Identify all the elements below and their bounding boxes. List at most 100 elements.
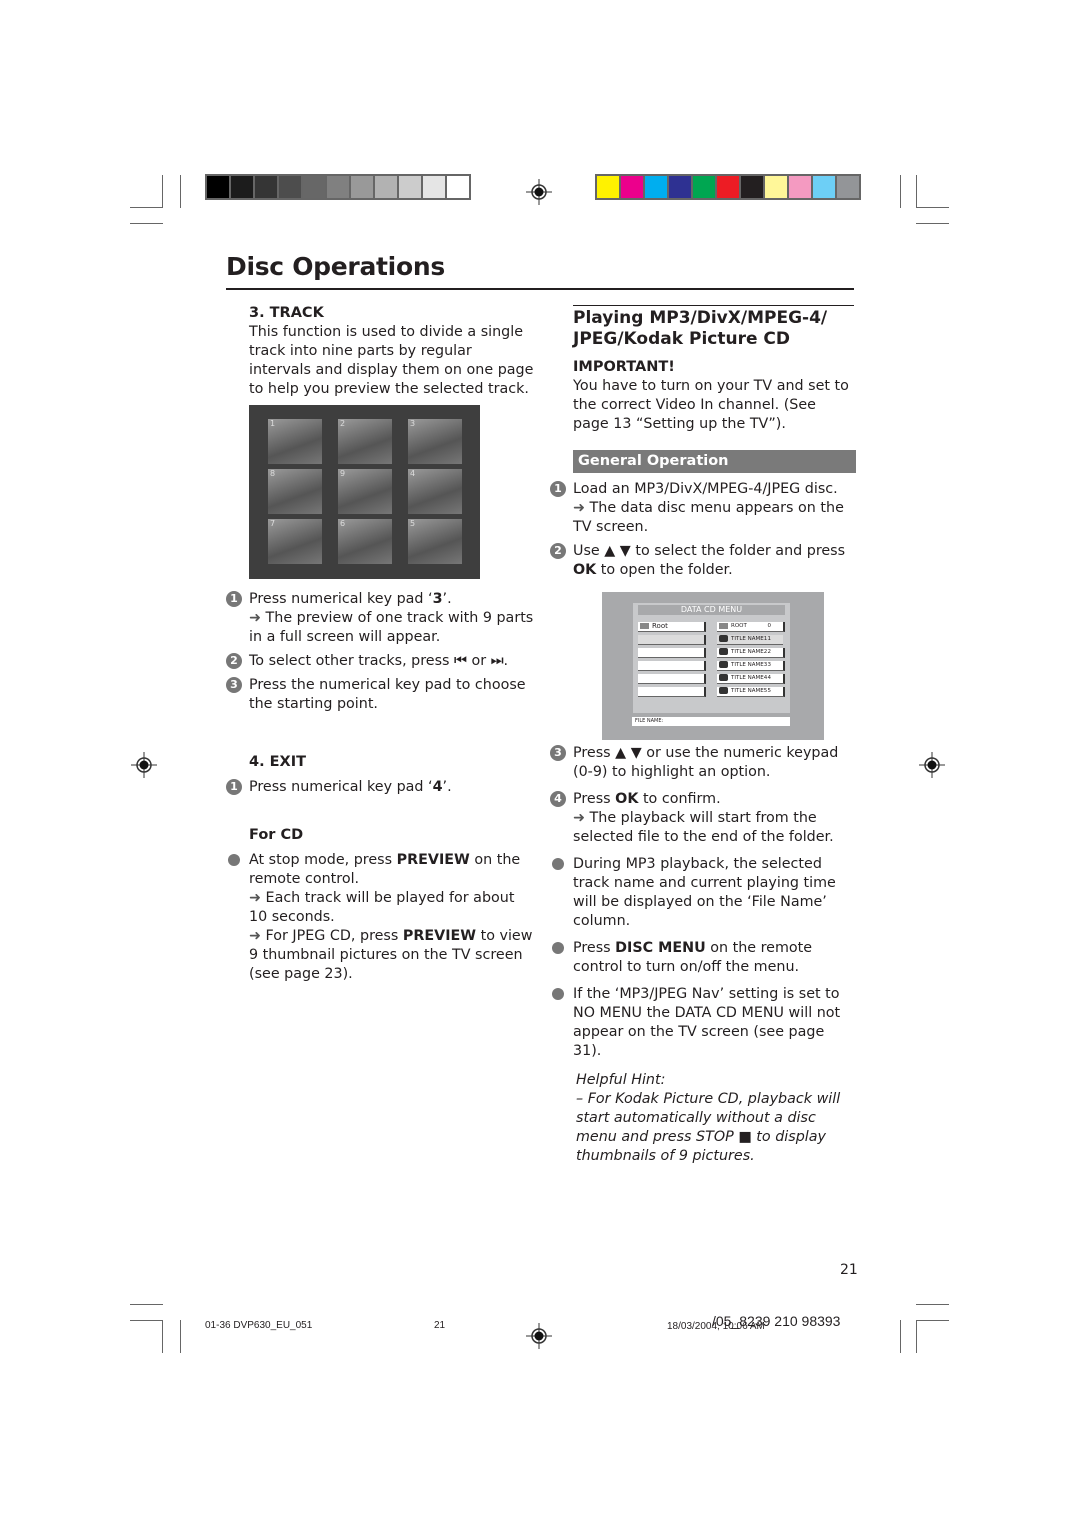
crop-mark xyxy=(162,1320,163,1353)
menu-left-item[interactable]: Root xyxy=(638,622,706,632)
page-number: 21 xyxy=(840,1262,858,1278)
footer-filename: 01-36 DVP630_EU_051 xyxy=(205,1320,313,1331)
important-text: You have to turn on your TV and set to t… xyxy=(573,378,849,432)
page-title: Disc Operations xyxy=(226,252,445,281)
step-1: 1 Load an MP3/DivX/MPEG-4/JPEG disc. ➜ T… xyxy=(550,480,856,537)
menu-right-item[interactable]: TITLE NAME2 2 xyxy=(717,648,785,658)
color-swatch xyxy=(741,176,763,198)
thumbnail: 3 xyxy=(408,419,462,464)
track-intro: This function is used to divide a single… xyxy=(249,324,534,397)
color-swatch xyxy=(231,176,253,198)
folder-icon xyxy=(640,623,649,629)
crop-mark xyxy=(130,1320,163,1321)
thumbnail: 5 xyxy=(408,519,462,564)
crop-mark xyxy=(916,1320,917,1353)
color-swatch xyxy=(303,176,325,198)
hint-text: – For Kodak Picture CD, playback will st… xyxy=(576,1091,841,1164)
color-swatch xyxy=(255,176,277,198)
bullet-item: If the ‘MP3/JPEG Nav’ setting is set to … xyxy=(552,985,856,1061)
hint-title: Helpful Hint: xyxy=(576,1072,666,1088)
menu-panel: DATA CD MENU Root ROOT 0 TITLE NAME1 1 TIT… xyxy=(633,603,790,713)
step-4: 4 Press OK to confirm. ➜ The playback wi… xyxy=(550,790,856,847)
step-number-icon: 2 xyxy=(550,543,566,559)
important-label: IMPORTANT! xyxy=(573,359,675,375)
color-swatch xyxy=(813,176,835,198)
bullet-icon xyxy=(228,854,240,866)
color-swatch xyxy=(765,176,787,198)
camera-icon xyxy=(719,648,728,655)
step-number-icon: 3 xyxy=(226,677,242,693)
step-number-icon: 1 xyxy=(550,481,566,497)
crop-mark xyxy=(900,1320,901,1353)
thumbnail: 4 xyxy=(408,469,462,514)
menu-left-item[interactable] xyxy=(638,648,706,658)
color-swatch xyxy=(279,176,301,198)
track-preview-thumbnails: 1 2 3 8 9 4 7 6 5 xyxy=(249,405,480,579)
menu-left-item[interactable] xyxy=(638,661,706,671)
footer-code: /05_8239 210 98393 xyxy=(712,1313,841,1329)
arrow-icon: ➜ xyxy=(573,810,585,826)
thumbnail: 2 xyxy=(338,419,392,464)
helpful-hint: Helpful Hint: – For Kodak Picture CD, pl… xyxy=(573,1071,856,1166)
section-heading: Playing MP3/DivX/MPEG-4/ JPEG/Kodak Pict… xyxy=(573,308,828,349)
crop-mark xyxy=(900,175,901,208)
color-swatch xyxy=(375,176,397,198)
menu-left-item[interactable] xyxy=(638,687,706,697)
camera-icon xyxy=(719,661,728,668)
footer-page: 21 xyxy=(434,1320,446,1331)
camera-icon xyxy=(719,674,728,681)
crop-mark xyxy=(916,1304,949,1305)
track-steps: 1 Press numerical key pad ‘3’. ➜ The pre… xyxy=(226,590,534,714)
crop-mark xyxy=(916,175,917,208)
menu-right-item[interactable]: TITLE NAME4 4 xyxy=(717,674,785,684)
color-swatch xyxy=(423,176,445,198)
bullet-item: Press DISC MENU on the remote control to… xyxy=(552,939,856,977)
menu-left-item[interactable] xyxy=(638,635,706,645)
arrow-icon: ➜ xyxy=(249,610,261,626)
for-cd-section: For CD At stop mode, press PREVIEW on th… xyxy=(228,826,534,984)
color-swatch xyxy=(837,176,859,198)
crop-mark xyxy=(162,175,163,208)
folder-icon xyxy=(719,622,728,629)
bullet-item: During MP3 playback, the selected track … xyxy=(552,855,856,931)
color-swatch xyxy=(645,176,667,198)
grayscale-color-bar xyxy=(205,174,471,200)
step-number-icon: 1 xyxy=(226,779,242,795)
crop-mark xyxy=(130,207,163,208)
color-swatch xyxy=(789,176,811,198)
arrow-icon: ➜ xyxy=(249,928,261,944)
thumbnail: 1 xyxy=(268,419,322,464)
registration-mark-icon xyxy=(526,1323,552,1349)
thumbnail: 9 xyxy=(338,469,392,514)
color-swatch xyxy=(447,176,469,198)
file-name-field: FILE NAME: xyxy=(632,717,790,726)
data-cd-menu-screenshot: DATA CD MENU Root ROOT 0 TITLE NAME1 1 TIT… xyxy=(602,592,824,740)
menu-right-item[interactable]: TITLE NAME5 5 xyxy=(717,687,785,697)
menu-right-item[interactable]: ROOT 0 xyxy=(717,622,785,632)
menu-right-item[interactable]: TITLE NAME3 3 xyxy=(717,661,785,671)
menu-title: DATA CD MENU xyxy=(638,605,785,615)
color-swatch xyxy=(693,176,715,198)
crop-mark xyxy=(916,1320,949,1321)
registration-mark-icon xyxy=(919,752,945,778)
bullet-icon xyxy=(552,858,564,870)
bullet-icon xyxy=(552,988,564,1000)
color-swatch xyxy=(669,176,691,198)
step-2: 2 Use ▲ ▼ to select the folder and press… xyxy=(550,542,856,580)
crop-mark xyxy=(180,175,181,208)
title-divider xyxy=(226,288,854,290)
crop-mark xyxy=(916,223,949,224)
bullet-icon xyxy=(552,942,564,954)
color-swatch xyxy=(621,176,643,198)
track-section: 3. TRACK This function is used to divide… xyxy=(249,304,534,399)
color-swatch xyxy=(597,176,619,198)
bullet-item: At stop mode, press PREVIEW on the remot… xyxy=(228,851,534,984)
color-swatch xyxy=(351,176,373,198)
menu-left-item[interactable] xyxy=(638,674,706,684)
color-swatch xyxy=(327,176,349,198)
menu-right-item[interactable]: TITLE NAME1 1 xyxy=(717,635,783,645)
mp3-section: Playing MP3/DivX/MPEG-4/ JPEG/Kodak Pict… xyxy=(550,308,856,580)
mp3-steps-continued: 3 Press ▲ ▼ or use the numeric keypad (0… xyxy=(550,744,856,1166)
color-bar xyxy=(595,174,861,200)
color-swatch xyxy=(717,176,739,198)
